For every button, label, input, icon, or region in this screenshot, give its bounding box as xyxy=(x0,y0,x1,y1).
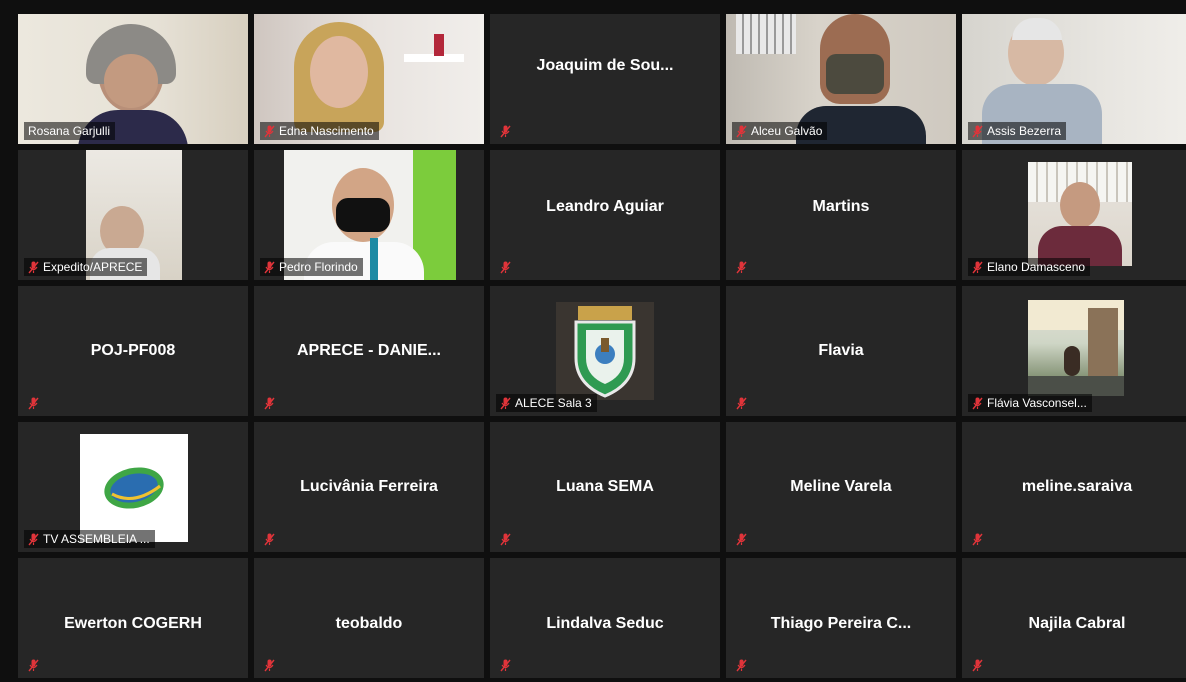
participant-tile[interactable]: Assis Bezerra xyxy=(962,14,1186,144)
participant-name-tag: Flávia Vasconsel... xyxy=(968,394,1092,412)
participant-name: teobaldo xyxy=(335,615,403,632)
muted-mic-icon xyxy=(736,533,747,546)
participant-name-tag: Pedro Florindo xyxy=(260,258,363,276)
muted-mic-icon xyxy=(28,261,39,274)
participant-name: Expedito/APRECE xyxy=(43,260,143,274)
muted-mic-icon xyxy=(264,261,275,274)
participant-name: POJ-PF008 xyxy=(90,342,176,359)
tv-assembleia-logo-icon xyxy=(104,467,164,509)
participant-tile[interactable]: Flávia Vasconsel... xyxy=(962,286,1186,416)
muted-mic-icon xyxy=(500,261,511,274)
participant-name: Lindalva Seduc xyxy=(546,615,664,632)
participant-tile[interactable]: TV ASSEMBLEIA ... xyxy=(18,422,248,552)
participant-name: Lucivânia Ferreira xyxy=(300,478,438,495)
muted-mic-icon xyxy=(736,125,747,138)
participant-tile[interactable]: APRECE - DANIE... xyxy=(254,286,484,416)
participant-name: Najila Cabral xyxy=(1028,615,1126,632)
participant-tile[interactable]: Ewerton COGERH xyxy=(18,558,248,678)
participant-name: Edna Nascimento xyxy=(279,124,374,138)
participant-name-tag: Elano Damasceno xyxy=(968,258,1091,276)
participant-name: Luana SEMA xyxy=(556,478,654,495)
muted-mic-icon xyxy=(28,397,39,410)
participant-tile[interactable]: Luana SEMA xyxy=(490,422,720,552)
muted-mic-icon xyxy=(28,533,39,546)
participant-tile[interactable]: Lindalva Seduc xyxy=(490,558,720,678)
participant-tile[interactable]: Meline Varela xyxy=(726,422,956,552)
muted-mic-icon xyxy=(264,397,275,410)
participant-name: Flavia xyxy=(818,342,864,359)
participant-name-tag: ALECE Sala 3 xyxy=(496,394,597,412)
participant-tile[interactable]: ALECE Sala 3 xyxy=(490,286,720,416)
muted-mic-icon xyxy=(264,659,275,672)
participant-name: ALECE Sala 3 xyxy=(515,396,592,410)
participant-video xyxy=(556,302,654,400)
participant-name-tag: Rosana Garjulli xyxy=(24,122,116,140)
muted-mic-icon xyxy=(736,397,747,410)
muted-mic-icon xyxy=(500,533,511,546)
muted-mic-icon xyxy=(736,659,747,672)
participant-video xyxy=(80,434,188,542)
muted-mic-icon xyxy=(972,261,983,274)
muted-mic-icon xyxy=(500,125,511,138)
participant-name: Thiago Pereira C... xyxy=(770,615,912,632)
muted-mic-icon xyxy=(972,397,983,410)
muted-mic-icon xyxy=(28,659,39,672)
participant-tile[interactable]: Thiago Pereira C... xyxy=(726,558,956,678)
muted-mic-icon xyxy=(264,533,275,546)
muted-mic-icon xyxy=(500,397,511,410)
muted-mic-icon xyxy=(264,125,275,138)
participant-tile[interactable]: Flavia xyxy=(726,286,956,416)
muted-mic-icon xyxy=(972,125,983,138)
participant-name: Meline Varela xyxy=(790,478,892,495)
participant-tile[interactable]: Expedito/APRECE xyxy=(18,150,248,280)
participant-tile[interactable]: Pedro Florindo xyxy=(254,150,484,280)
participant-video xyxy=(1028,162,1132,266)
participant-tile[interactable]: Martins xyxy=(726,150,956,280)
participant-name-tag: Assis Bezerra xyxy=(968,122,1067,140)
gallery-grid: Rosana Garjulli Edna Nascimento Joaquim … xyxy=(18,14,1186,678)
muted-mic-icon xyxy=(736,261,747,274)
participant-name: Assis Bezerra xyxy=(987,124,1062,138)
participant-tile[interactable]: Lucivânia Ferreira xyxy=(254,422,484,552)
participant-name: meline.saraiva xyxy=(1021,478,1133,495)
participant-name: APRECE - DANIE... xyxy=(296,342,441,359)
participant-name-tag: Expedito/APRECE xyxy=(24,258,148,276)
participant-name: Elano Damasceno xyxy=(987,260,1086,274)
muted-mic-icon xyxy=(972,533,983,546)
participant-name: Alceu Galvão xyxy=(751,124,823,138)
participant-tile[interactable]: meline.saraiva xyxy=(962,422,1186,552)
participant-tile[interactable]: Rosana Garjulli xyxy=(18,14,248,144)
participant-name: Pedro Florindo xyxy=(279,260,358,274)
participant-name-tag: Edna Nascimento xyxy=(260,122,379,140)
participant-tile[interactable]: Edna Nascimento xyxy=(254,14,484,144)
participant-name-tag: Alceu Galvão xyxy=(732,122,828,140)
participant-tile[interactable]: teobaldo xyxy=(254,558,484,678)
participant-tile[interactable]: Alceu Galvão xyxy=(726,14,956,144)
participant-tile[interactable]: POJ-PF008 xyxy=(18,286,248,416)
participant-name-tag: TV ASSEMBLEIA ... xyxy=(24,530,155,548)
participant-tile[interactable]: Najila Cabral xyxy=(962,558,1186,678)
participant-tile[interactable]: Elano Damasceno xyxy=(962,150,1186,280)
coat-of-arms-icon xyxy=(574,306,636,398)
participant-name: Flávia Vasconsel... xyxy=(987,396,1087,410)
participant-tile[interactable]: Joaquim de Sou... xyxy=(490,14,720,144)
participant-name: Martins xyxy=(812,198,870,216)
participant-video xyxy=(1028,300,1124,396)
participant-tile[interactable]: Leandro Aguiar xyxy=(490,150,720,280)
muted-mic-icon xyxy=(972,659,983,672)
participant-name: Ewerton COGERH xyxy=(64,615,202,632)
participant-name: Rosana Garjulli xyxy=(28,124,111,138)
participant-name: Leandro Aguiar xyxy=(546,198,664,216)
muted-mic-icon xyxy=(500,659,511,672)
participant-name: TV ASSEMBLEIA ... xyxy=(43,532,150,546)
participant-name: Joaquim de Sou... xyxy=(536,57,674,74)
